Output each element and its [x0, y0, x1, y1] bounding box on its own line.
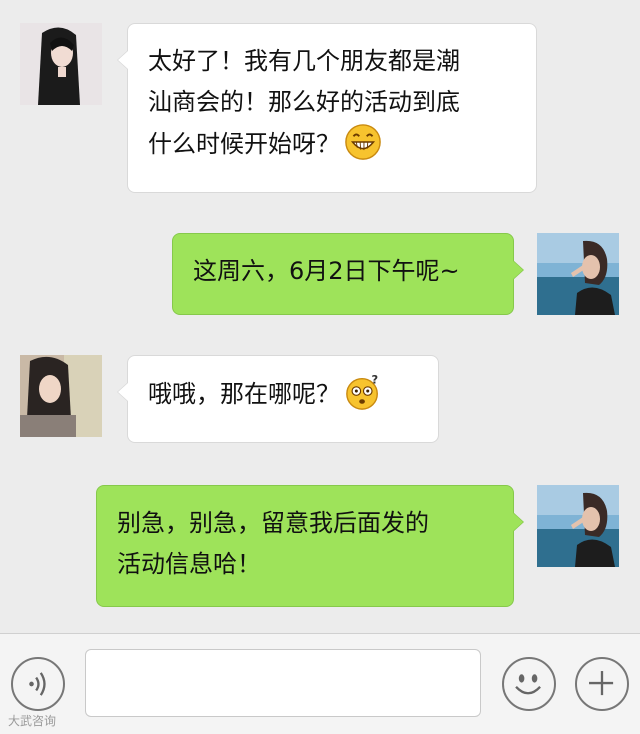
voice-button[interactable]	[11, 657, 65, 711]
incoming-message-bubble[interactable]: 哦哦，那在哪呢？ ?	[127, 355, 439, 443]
contact-avatar[interactable]	[20, 355, 102, 437]
contact-avatar[interactable]	[20, 23, 102, 105]
incoming-message-bubble[interactable]: 太好了！我有几个朋友都是潮 汕商会的！那么好的活动到底 什么时候开始呀？	[127, 23, 537, 193]
chat-input-bar	[0, 633, 640, 734]
outgoing-message-bubble[interactable]: 别急，别急，留意我后面发的 活动信息哈！	[96, 485, 514, 607]
message-input[interactable]	[85, 649, 481, 717]
plus-icon	[577, 659, 627, 709]
my-avatar[interactable]	[537, 485, 619, 567]
smiley-icon	[504, 659, 554, 709]
message-text-line: 什么时候开始呀？	[148, 130, 340, 158]
grin-emoji-icon	[344, 123, 382, 161]
message-text-line: 活动信息哈！	[117, 550, 261, 578]
svg-text:?: ?	[372, 373, 379, 386]
message-text-line: 别急，别急，留意我后面发的	[117, 509, 429, 537]
my-avatar[interactable]	[537, 233, 619, 315]
message-text-line: 这周六，6月2日下午呢~	[193, 257, 460, 285]
confused-emoji-icon: ?	[344, 373, 382, 411]
message-text-line: 太好了！我有几个朋友都是潮	[148, 47, 460, 75]
more-button[interactable]	[575, 657, 629, 711]
watermark: 大武咨询	[8, 712, 56, 729]
outgoing-message-bubble[interactable]: 这周六，6月2日下午呢~	[172, 233, 514, 315]
voice-wave-icon	[13, 659, 63, 709]
message-text-line: 汕商会的！那么好的活动到底	[148, 88, 460, 116]
message-text-line: 哦哦，那在哪呢？	[148, 380, 340, 408]
emoji-button[interactable]	[502, 657, 556, 711]
